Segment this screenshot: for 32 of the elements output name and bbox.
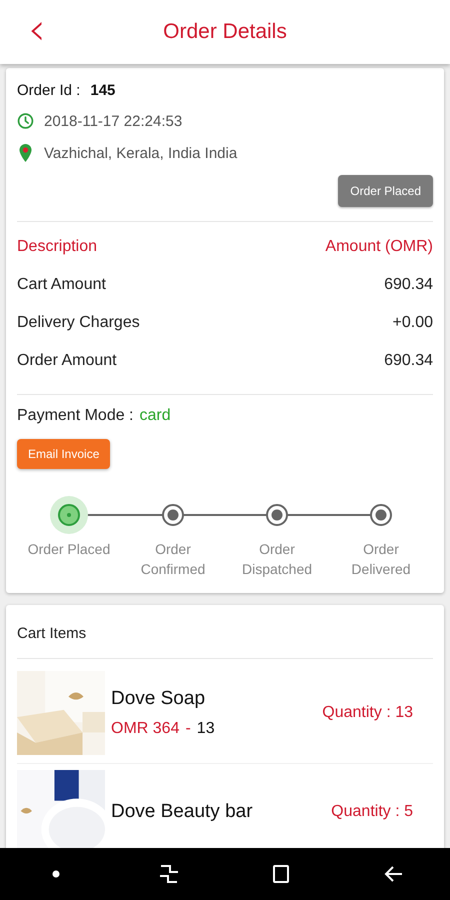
step-label: Order Confirmed xyxy=(140,540,206,579)
product-count: 13 xyxy=(196,720,215,738)
order-datetime: 2018-11-17 22:24:53 xyxy=(44,112,182,130)
separator: - xyxy=(185,720,191,738)
cart-title: Cart Items xyxy=(17,625,88,642)
column-header: Amount (OMR) xyxy=(325,237,433,257)
page-title: Order Details xyxy=(163,20,287,44)
back-button[interactable]: ‹ xyxy=(24,10,50,50)
step-label: Order Dispatched xyxy=(240,540,314,579)
product-name: Dove Soap xyxy=(111,688,206,710)
product-quantity: Quantity : 5 xyxy=(331,803,413,821)
amount-label: Delivery Charges xyxy=(17,313,140,333)
amount-value: 690.34 xyxy=(384,351,433,371)
amount-value: +0.00 xyxy=(392,313,433,333)
payment-mode-label: Payment Mode : xyxy=(17,407,134,425)
column-header: Description xyxy=(17,237,98,257)
clock-icon xyxy=(17,111,34,131)
email-invoice-button[interactable]: Email Invoice xyxy=(17,439,110,469)
order-id-label: Order Id : xyxy=(17,82,80,99)
payment-mode-value: card xyxy=(140,407,171,425)
order-address: Vazhichal, Kerala, India India xyxy=(44,144,238,162)
location-pin-icon xyxy=(17,143,34,163)
step-label: Order Delivered xyxy=(350,540,412,579)
product-price: OMR 364 xyxy=(111,720,180,738)
amount-label: Cart Amount xyxy=(17,275,106,295)
amount-value: 690.34 xyxy=(384,275,433,295)
product-name: Dove Beauty bar xyxy=(111,801,254,823)
step-label: Order Placed xyxy=(26,540,112,559)
amount-label: Order Amount xyxy=(17,351,117,371)
status-badge: Order Placed xyxy=(338,175,433,207)
order-id: 145 xyxy=(90,82,116,99)
product-quantity: Quantity : 13 xyxy=(322,704,413,722)
